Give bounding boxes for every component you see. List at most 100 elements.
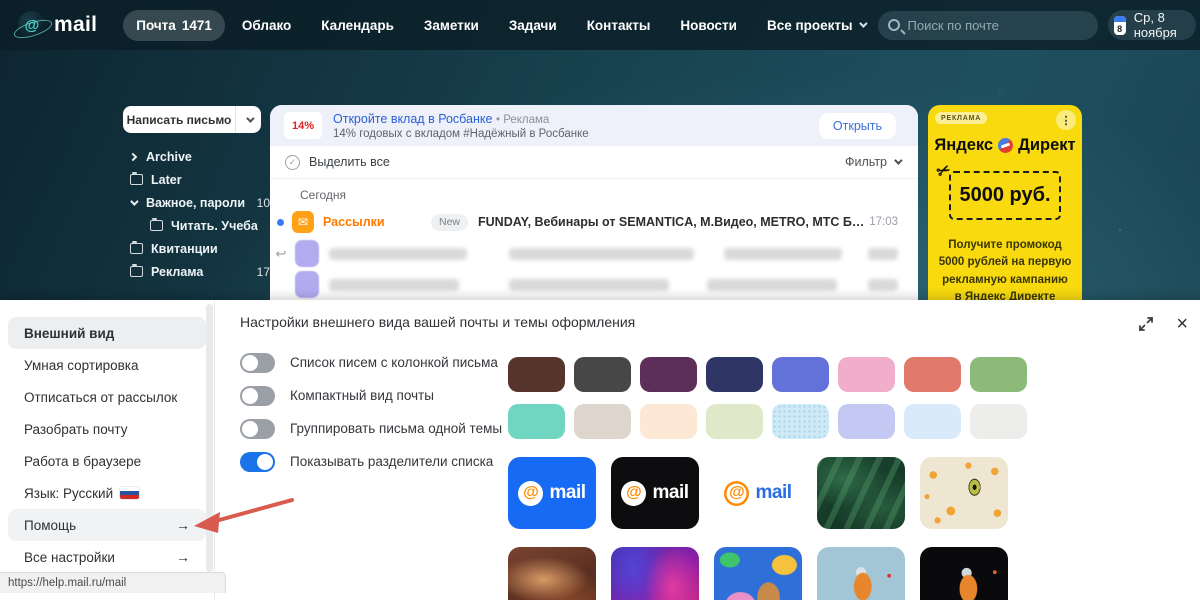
color-swatch[interactable]	[574, 357, 631, 392]
menu-clean-mail[interactable]: Разобрать почту	[8, 413, 206, 445]
mailru-logo[interactable]: @ mail	[18, 11, 97, 39]
theme-black-mail[interactable]: @ mail	[611, 457, 699, 529]
folder-list: Archive Later Важное, пароли 10 Читать. …	[128, 145, 270, 283]
color-swatch[interactable]	[838, 404, 895, 439]
color-swatch[interactable]	[640, 357, 697, 392]
yandex-direct-brand: Яндекс Директ	[934, 136, 1076, 154]
theme-astronaut-dark[interactable]	[920, 547, 1008, 600]
mail-row-blurred[interactable]: ↩	[270, 238, 918, 269]
nav-notes[interactable]: Заметки	[411, 10, 492, 41]
nav-cloud[interactable]: Облако	[229, 10, 304, 41]
inline-ad-banner[interactable]: 14% Откройте вклад в Росбанке • Реклама …	[270, 105, 918, 146]
color-swatch[interactable]	[970, 357, 1027, 392]
color-swatch[interactable]	[772, 357, 829, 392]
folder-read-study[interactable]: Читать. Учеба	[130, 214, 270, 237]
select-all-icon: ✓	[285, 154, 300, 170]
folder-later[interactable]: Later	[130, 168, 270, 191]
theme-astronaut-light[interactable]	[817, 547, 905, 600]
search-input[interactable]	[907, 17, 1088, 33]
menu-all-settings[interactable]: Все настройки →	[8, 541, 206, 573]
color-swatch[interactable]	[508, 357, 565, 392]
color-swatch[interactable]	[574, 404, 631, 439]
color-swatch[interactable]	[640, 404, 697, 439]
newsletter-envelope-icon: ✉	[292, 211, 314, 233]
mail-time: 17:03	[869, 216, 898, 228]
ad-open-button[interactable]: Открыть	[818, 112, 896, 139]
theme-photo-gecko-eye[interactable]	[920, 457, 1008, 529]
ad-menu-button[interactable]: ⋮	[1056, 110, 1076, 130]
color-swatch[interactable]	[838, 357, 895, 392]
compose-dropdown[interactable]	[235, 106, 261, 133]
sender-name: Рассылки	[323, 215, 385, 229]
compose-button[interactable]: Написать письмо	[123, 106, 261, 133]
avatar	[295, 271, 319, 298]
ad-title[interactable]: Откройте вклад в Росбанке	[333, 112, 492, 126]
expand-panel-icon[interactable]	[1138, 316, 1154, 332]
folder-receipts[interactable]: Квитанции	[130, 237, 270, 260]
arrow-right-icon: →	[176, 517, 190, 533]
toggle-list-dividers[interactable]: Показывать разделители списка	[240, 445, 502, 478]
link-status-bar: https://help.mail.ru/mail	[0, 572, 226, 593]
menu-appearance[interactable]: Внешний вид	[8, 317, 206, 349]
nav-calendar[interactable]: Календарь	[308, 10, 407, 41]
theme-photo-neon[interactable]	[611, 547, 699, 600]
menu-smart-sorting[interactable]: Умная сортировка	[8, 349, 206, 381]
calendar-icon: 8	[1113, 15, 1126, 35]
toggle-group-threads[interactable]: Группировать письма одной темы	[240, 412, 502, 445]
menu-language[interactable]: Язык: Русский	[8, 477, 206, 509]
folder-important[interactable]: Важное, пароли 10	[130, 191, 270, 214]
mail-row-blurred[interactable]	[270, 269, 918, 300]
color-swatch[interactable]	[706, 404, 763, 439]
toggle-column-view[interactable]: Список писем с колонкой письма	[240, 346, 502, 379]
color-swatch[interactable]	[772, 404, 829, 439]
filter-control[interactable]: Фильтр	[845, 155, 903, 169]
folder-archive[interactable]: Archive	[128, 145, 270, 168]
ad-label: Реклама	[503, 113, 550, 126]
nav-contacts[interactable]: Контакты	[574, 10, 664, 41]
folder-ads[interactable]: Реклама 17	[130, 260, 270, 283]
toggle-off-icon[interactable]	[240, 385, 275, 406]
nav-tasks[interactable]: Задачи	[496, 10, 570, 41]
chevron-down-icon	[858, 19, 868, 28]
menu-help[interactable]: Помощь →	[8, 509, 206, 541]
menu-scrollbar[interactable]	[206, 304, 213, 572]
menu-browser-work[interactable]: Работа в браузере	[8, 445, 206, 477]
yandex-direct-logo-icon	[998, 138, 1014, 153]
color-swatch[interactable]	[904, 404, 961, 439]
color-swatch[interactable]	[508, 404, 565, 439]
nav-mail[interactable]: Почта 1471	[123, 9, 225, 41]
chevron-right-icon	[128, 152, 138, 161]
close-panel-icon[interactable]: ×	[1176, 314, 1188, 334]
toggle-on-icon[interactable]	[240, 451, 275, 472]
group-header-today: Сегодня	[300, 188, 346, 202]
color-swatch[interactable]	[706, 357, 763, 392]
mail-at-icon: @	[621, 480, 647, 506]
menu-unsubscribe[interactable]: Отписаться от рассылок	[8, 381, 206, 413]
settings-menu: Внешний вид Умная сортировка Отписаться …	[8, 317, 206, 573]
arrow-right-icon: →	[176, 549, 190, 565]
nav-news[interactable]: Новости	[667, 10, 750, 41]
theme-photo-leaves[interactable]	[817, 457, 905, 529]
planet-at-icon: @	[18, 11, 46, 39]
top-navigation-bar: @ mail Почта 1471 Облако Календарь Замет…	[0, 0, 1200, 50]
theme-preview-row-1: @ mail @ mail @ mail	[508, 457, 1008, 529]
folder-icon	[130, 171, 143, 185]
search-box[interactable]	[877, 10, 1098, 40]
theme-white-mail[interactable]: @ mail	[714, 457, 802, 529]
color-swatch[interactable]	[904, 357, 961, 392]
chevron-down-icon	[894, 156, 903, 165]
date-widget[interactable]: 8 Ср, 8 ноября	[1107, 10, 1196, 40]
theme-cartoon-animals[interactable]	[714, 547, 802, 600]
nav-all-projects[interactable]: Все проекты	[754, 10, 878, 41]
main-nav: Почта 1471 Облако Календарь Заметки Зада…	[123, 9, 878, 41]
theme-photo-canyon[interactable]	[508, 547, 596, 600]
ad-badge: РЕКЛАМА	[935, 112, 988, 124]
toggle-off-icon[interactable]	[240, 418, 275, 439]
theme-blue-mail[interactable]: @ mail	[508, 457, 596, 529]
date-label: Ср, 8 ноября	[1133, 10, 1177, 40]
mail-row-newsletters[interactable]: ✉ Рассылки New FUNDAY, Вебинары от SEMAN…	[270, 206, 918, 238]
select-all-control[interactable]: ✓ Выделить все	[285, 154, 390, 170]
color-swatch[interactable]	[970, 404, 1027, 439]
toggle-off-icon[interactable]	[240, 352, 275, 373]
toggle-compact-view[interactable]: Компактный вид почты	[240, 379, 502, 412]
